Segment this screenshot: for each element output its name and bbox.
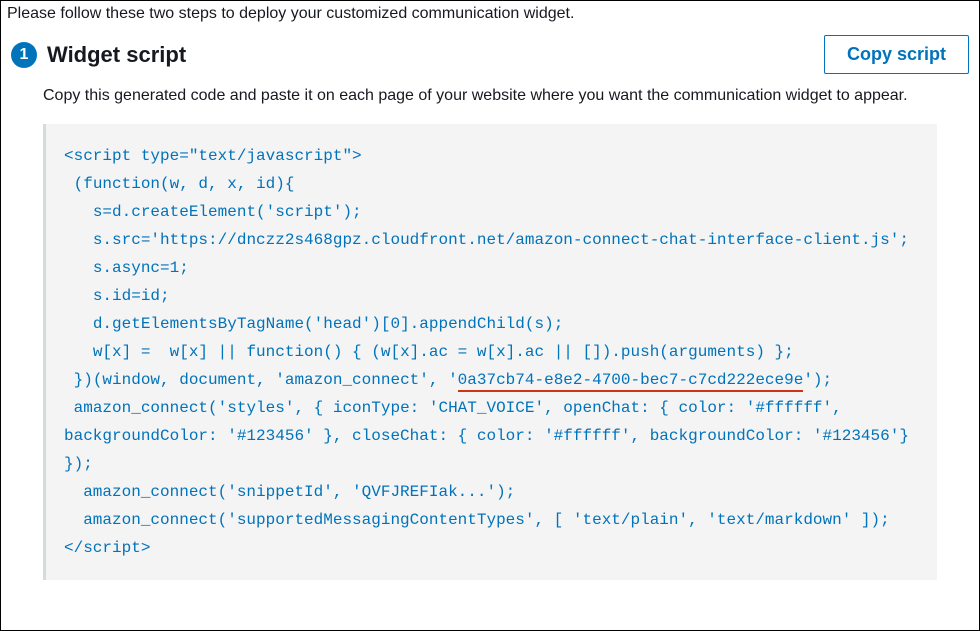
code-line: s=d.createElement('script'); xyxy=(64,203,362,221)
step-number-badge: 1 xyxy=(11,42,37,68)
widget-uid: 0a37cb74-e8e2-4700-bec7-c7cd222ece9e xyxy=(458,371,804,392)
code-line: '); xyxy=(803,371,832,389)
code-line: })(window, document, 'amazon_connect', ' xyxy=(64,371,458,389)
code-block: <script type="text/javascript"> (functio… xyxy=(43,124,937,580)
code-content: <script type="text/javascript"> (functio… xyxy=(64,142,919,562)
code-line: s.async=1; xyxy=(64,259,189,277)
copy-script-button[interactable]: Copy script xyxy=(824,35,969,74)
code-line: amazon_connect('supportedMessagingConten… xyxy=(64,511,890,529)
code-line: w[x] = w[x] || function() { (w[x].ac = w… xyxy=(64,343,794,361)
code-line: amazon_connect('snippetId', 'QVFJREFIak.… xyxy=(64,483,515,501)
section-title: Widget script xyxy=(47,42,186,68)
header-left: 1 Widget script xyxy=(11,42,186,68)
intro-text: Please follow these two steps to deploy … xyxy=(1,1,979,31)
code-line: d.getElementsByTagName('head')[0].append… xyxy=(64,315,563,333)
section-description: Copy this generated code and paste it on… xyxy=(1,84,979,124)
section-header: 1 Widget script Copy script xyxy=(1,31,979,84)
code-line: s.id=id; xyxy=(64,287,170,305)
code-line: <script type="text/javascript"> xyxy=(64,147,362,165)
code-line: amazon_connect('styles', { iconType: 'CH… xyxy=(64,399,919,473)
code-line: (function(w, d, x, id){ xyxy=(64,175,294,193)
code-line: s.src='https://dnczz2s468gpz.cloudfront.… xyxy=(64,231,909,249)
code-line: </script> xyxy=(64,539,150,557)
